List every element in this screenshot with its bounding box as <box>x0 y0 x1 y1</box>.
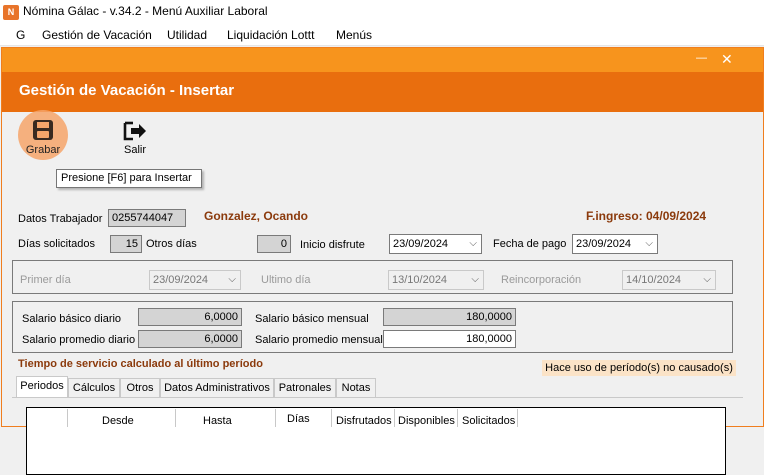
window-title: Nómina Gálac - v.34.2 - Menú Auxiliar La… <box>23 4 268 18</box>
grid-header-solicitados[interactable]: Solicitados <box>462 415 515 427</box>
salario-promedio-diario-label: Salario promedio diario <box>22 334 136 346</box>
minimize-chevron-icon[interactable]: — <box>696 52 707 64</box>
salario-basico-mensual-label: Salario básico mensual <box>255 313 369 325</box>
tab-calculos[interactable]: Cálculos <box>68 378 120 397</box>
chevron-down-icon: ⌵ <box>645 238 653 249</box>
salario-promedio-diario-field[interactable]: 6,0000 <box>138 330 242 348</box>
menu-gestion-vacacion[interactable]: Gestión de Vacación <box>42 28 152 42</box>
tab-periodos[interactable]: Periodos <box>16 376 68 397</box>
salario-basico-diario-field[interactable]: 6,0000 <box>138 308 242 326</box>
primer-dia-label: Primer día <box>20 274 71 286</box>
chevron-down-icon: ⌵ <box>469 238 477 249</box>
inicio-disfrute-label: Inicio disfrute <box>300 239 365 251</box>
otros-dias-label: Otros días <box>146 238 197 250</box>
form-title: Gestión de Vacación - Insertar <box>19 82 235 99</box>
dias-solicitados-field[interactable]: 15 <box>110 235 142 253</box>
save-icon <box>33 120 53 140</box>
salir-label: Salir <box>123 144 146 156</box>
tab-otros[interactable]: Otros <box>120 378 160 397</box>
dias-solicitados-label: Días solicitados <box>18 238 96 250</box>
primer-dia-value: 23/09/2024 <box>153 274 209 286</box>
otros-dias-field[interactable]: 0 <box>257 235 291 253</box>
tiempo-servicio-label: Tiempo de servicio calculado al último p… <box>18 358 263 370</box>
salario-basico-diario-label: Salario básico diario <box>22 313 122 325</box>
inicio-disfrute-value: 23/09/2024 <box>393 238 449 250</box>
tab-notas[interactable]: Notas <box>336 378 376 397</box>
salario-promedio-mensual-label: Salario promedio mensual <box>255 334 383 346</box>
chevron-down-icon: ⌵ <box>228 274 236 285</box>
salario-basico-mensual-field[interactable]: 180,0000 <box>383 308 516 326</box>
grabar-button[interactable]: Grabar <box>8 110 78 168</box>
trabajador-nombre: Gonzalez, Ocando <box>204 209 309 223</box>
ultimo-dia-dropdown: 13/10/2024 ⌵ <box>388 270 484 290</box>
tab-patronales[interactable]: Patronales <box>274 378 336 397</box>
datos-trabajador-label: Datos Trabajador <box>18 213 103 225</box>
reincorporacion-value: 14/10/2024 <box>626 274 682 286</box>
cedula-field[interactable]: 0255744047 <box>108 209 186 227</box>
salir-button[interactable]: Salir <box>112 120 158 160</box>
grid-col-separator <box>175 409 176 427</box>
form-header: Gestión de Vacación - Insertar <box>2 72 763 112</box>
title-bar: N Nómina Gálac - v.34.2 - Menú Auxiliar … <box>0 0 764 24</box>
grid-col-separator <box>67 409 68 427</box>
ultimo-dia-value: 13/10/2024 <box>392 274 448 286</box>
exit-icon <box>123 121 146 141</box>
menu-bar: G Gestión de Vacación Utilidad Liquidaci… <box>0 24 764 46</box>
grid-col-separator <box>275 409 276 427</box>
grid-header-dias[interactable]: Días <box>287 413 310 425</box>
grabar-tooltip: Presione [F6] para Insertar <box>56 169 202 188</box>
primer-dia-dropdown: 23/09/2024 ⌵ <box>149 270 241 290</box>
grid-header-disponibles[interactable]: Disponibles <box>398 415 455 427</box>
chevron-down-icon: ⌵ <box>703 274 711 285</box>
menu-utilidad[interactable]: Utilidad <box>167 28 207 42</box>
grabar-label: Grabar <box>25 144 61 156</box>
fecha-pago-label: Fecha de pago <box>493 238 567 250</box>
inicio-disfrute-dropdown[interactable]: 23/09/2024 ⌵ <box>389 234 482 254</box>
tab-datos-administrativos[interactable]: Datos Administrativos <box>160 378 274 397</box>
grid-header-disfrutados[interactable]: Disfrutados <box>336 415 392 427</box>
grid-col-separator <box>331 409 332 427</box>
grid-col-separator <box>394 409 395 427</box>
fecha-pago-dropdown[interactable]: 23/09/2024 ⌵ <box>572 234 658 254</box>
menu-g[interactable]: G <box>16 28 25 42</box>
salario-promedio-mensual-field[interactable]: 180,0000 <box>383 330 516 348</box>
grid-header-hasta[interactable]: Hasta <box>203 415 232 427</box>
nomina-app-icon: N <box>3 5 19 20</box>
form-caption-bar: — ✕ <box>2 48 763 72</box>
periodo-no-causado-hint: Hace uso de período(s) no causado(s) <box>542 360 736 376</box>
chevron-down-icon: ⌵ <box>471 274 479 285</box>
periodos-grid[interactable]: Desde Hasta Días Disfrutados Disponibles… <box>26 407 726 475</box>
ultimo-dia-label: Ultimo día <box>261 274 311 286</box>
fecha-pago-value: 23/09/2024 <box>576 238 632 250</box>
tab-divider <box>12 397 743 398</box>
reincorporacion-dropdown: 14/10/2024 ⌵ <box>622 270 716 290</box>
fecha-ingreso: F.ingreso: 04/09/2024 <box>586 209 707 223</box>
close-icon[interactable]: ✕ <box>721 51 733 68</box>
reincorporacion-label: Reincorporación <box>501 274 582 286</box>
menu-menus[interactable]: Menús <box>336 28 372 42</box>
grid-col-separator <box>517 409 518 427</box>
grid-col-separator <box>457 409 458 427</box>
form-window: — ✕ Gestión de Vacación - Insertar Graba… <box>1 47 764 475</box>
grid-header-desde[interactable]: Desde <box>102 415 134 427</box>
menu-liquidacion-lottt[interactable]: Liquidación Lottt <box>227 28 314 42</box>
